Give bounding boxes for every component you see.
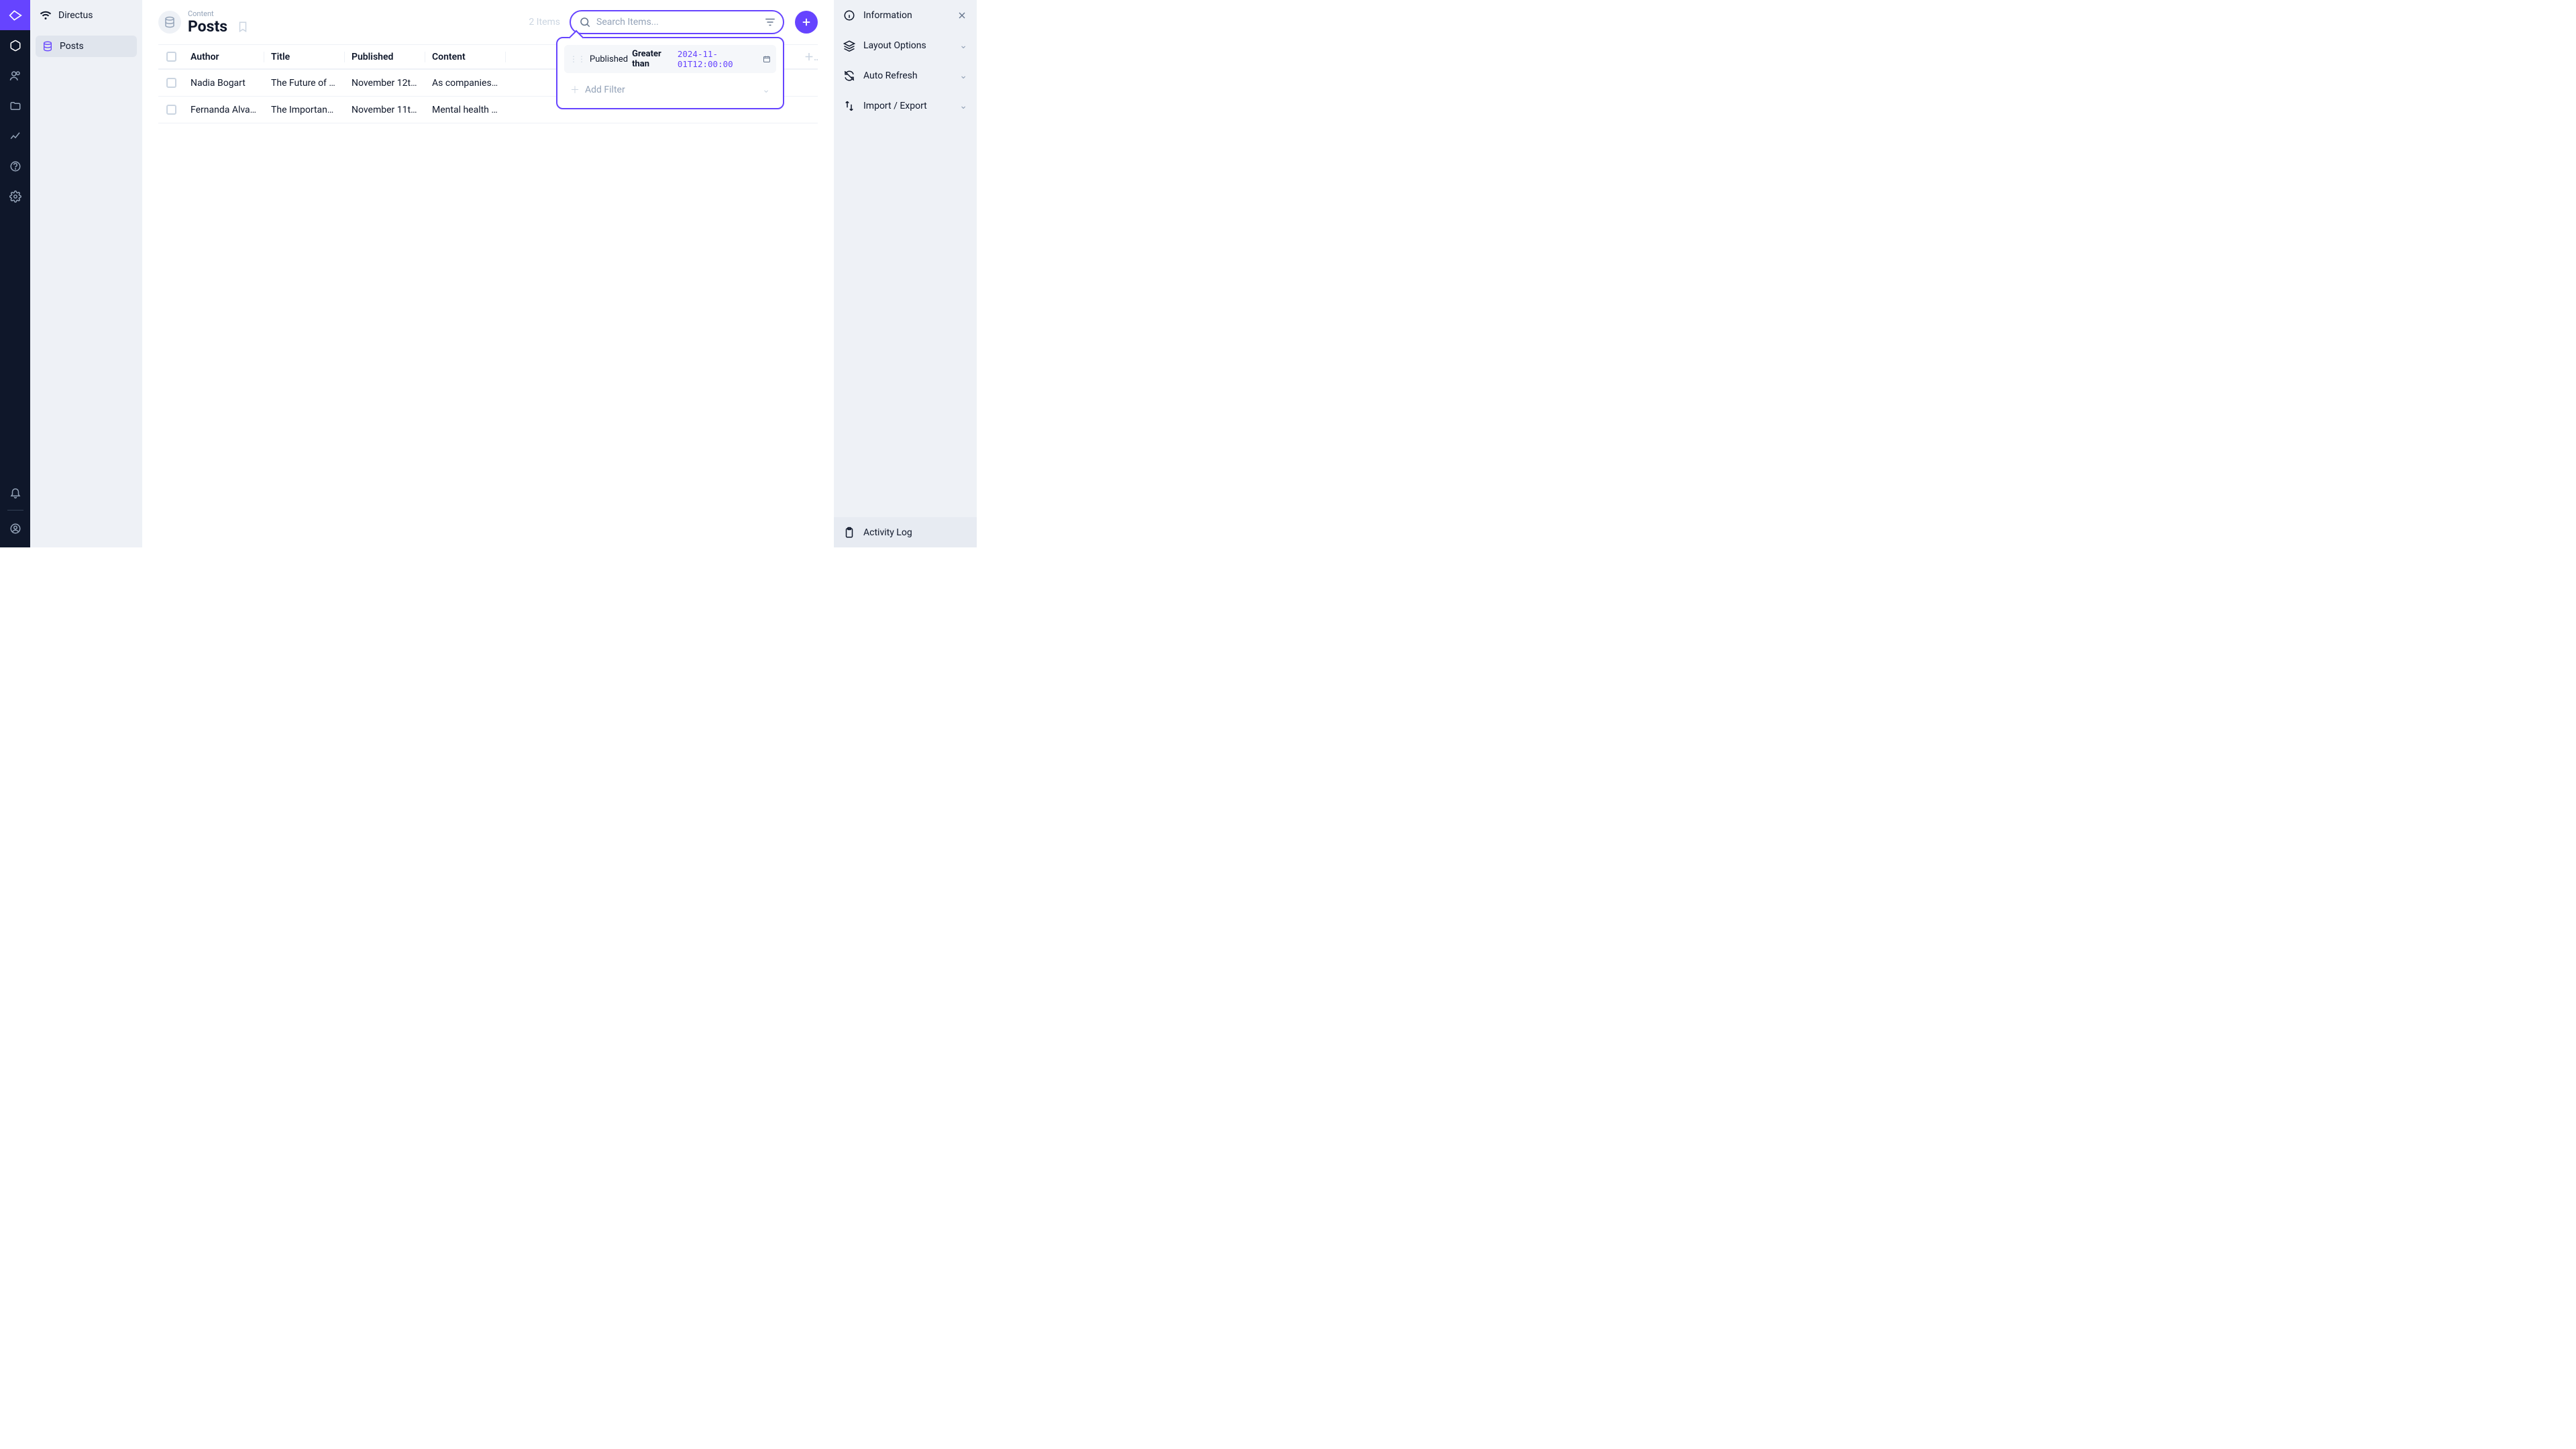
chevron-down-icon: ⌄	[762, 85, 770, 95]
column-header-content[interactable]: Content	[425, 52, 506, 62]
nav-users-icon[interactable]	[0, 60, 30, 91]
search-input[interactable]	[596, 17, 759, 28]
chevron-down-icon: ⌄	[959, 40, 967, 51]
cell-title: The Future of Re…	[264, 78, 345, 89]
page-header: Content Posts 2 Items ⋮⋮ Published Great…	[142, 0, 834, 40]
chevron-down-icon: ⌄	[959, 70, 967, 81]
filter-field[interactable]: Published	[590, 54, 628, 64]
info-panel-header[interactable]: Information	[834, 0, 977, 30]
add-filter-button[interactable]: ＋ Add Filter ⌄	[564, 78, 776, 101]
auto-refresh-item[interactable]: Auto Refresh ⌄	[834, 60, 977, 91]
collections-sidebar: Directus Posts	[30, 0, 142, 547]
layers-icon	[843, 40, 855, 52]
row-checkbox[interactable]	[166, 78, 176, 88]
calendar-icon[interactable]	[763, 54, 771, 64]
database-icon	[164, 16, 176, 28]
nav-account-icon[interactable]	[0, 513, 30, 543]
cell-author: Nadia Bogart	[184, 78, 264, 89]
filter-operator[interactable]: Greater than	[632, 49, 674, 69]
info-icon	[843, 9, 855, 21]
wifi-icon	[40, 9, 52, 21]
plus-icon: ＋	[570, 83, 580, 97]
app-logo[interactable]	[0, 0, 30, 30]
collection-icon-circle[interactable]	[158, 11, 181, 34]
filter-popover: ⋮⋮ Published Greater than 2024-11-01T12:…	[556, 37, 784, 109]
cell-published: November 12th, …	[345, 78, 425, 89]
nav-notifications-icon[interactable]	[0, 477, 30, 507]
layout-options-label: Layout Options	[863, 40, 926, 51]
sync-off-icon	[843, 70, 855, 82]
cell-published: November 11th, …	[345, 105, 425, 115]
item-count: 2 Items	[529, 17, 560, 28]
cell-title: The Importance …	[264, 105, 345, 115]
database-icon	[42, 41, 53, 52]
main-content: Content Posts 2 Items ⋮⋮ Published Great…	[142, 0, 834, 547]
activity-log-label: Activity Log	[863, 527, 912, 538]
info-label: Information	[863, 10, 912, 21]
select-all-checkbox[interactable]	[166, 52, 176, 62]
page-title: Posts	[188, 18, 227, 35]
column-header-title[interactable]: Title	[264, 52, 345, 62]
create-item-button[interactable]	[795, 11, 818, 34]
filter-icon[interactable]	[764, 16, 776, 28]
add-filter-label: Add Filter	[585, 85, 625, 95]
nav-insights-icon[interactable]	[0, 121, 30, 151]
nav-content-icon[interactable]	[0, 30, 30, 60]
cell-content: Mental health is j…	[425, 105, 506, 115]
nav-settings-icon[interactable]	[0, 181, 30, 211]
import-export-icon	[843, 100, 855, 112]
drag-handle-icon[interactable]: ⋮⋮	[570, 54, 586, 64]
plus-icon	[800, 16, 812, 28]
add-column-button[interactable]: ＋	[798, 50, 818, 64]
nav-files-icon[interactable]	[0, 91, 30, 121]
column-header-author[interactable]: Author	[184, 52, 264, 62]
sidebar-item-posts[interactable]: Posts	[36, 36, 137, 57]
chevron-down-icon: ⌄	[959, 101, 967, 111]
clipboard-icon	[843, 527, 855, 539]
filter-value[interactable]: 2024-11-01T12:00:00	[678, 49, 759, 69]
search-bar[interactable]	[570, 10, 784, 34]
layout-options-item[interactable]: Layout Options ⌄	[834, 30, 977, 60]
nav-docs-icon[interactable]	[0, 151, 30, 181]
bookmark-icon[interactable]	[237, 21, 249, 35]
nav-rail	[0, 0, 30, 547]
right-panel: Information Layout Options ⌄ Auto Refres…	[834, 0, 977, 547]
project-name: Directus	[58, 10, 93, 21]
filter-rule[interactable]: ⋮⋮ Published Greater than 2024-11-01T12:…	[564, 45, 776, 73]
search-icon	[579, 16, 591, 28]
import-export-label: Import / Export	[863, 101, 927, 111]
import-export-item[interactable]: Import / Export ⌄	[834, 91, 977, 121]
close-icon[interactable]	[957, 10, 967, 21]
activity-log-item[interactable]: Activity Log	[834, 517, 977, 547]
project-selector[interactable]: Directus	[30, 0, 142, 30]
auto-refresh-label: Auto Refresh	[863, 70, 918, 81]
row-checkbox[interactable]	[166, 105, 176, 115]
column-header-published[interactable]: Published	[345, 52, 425, 62]
cell-author: Fernanda Alvarez	[184, 105, 264, 115]
cell-content: As companies e…	[425, 78, 506, 89]
sidebar-item-label: Posts	[60, 41, 84, 52]
